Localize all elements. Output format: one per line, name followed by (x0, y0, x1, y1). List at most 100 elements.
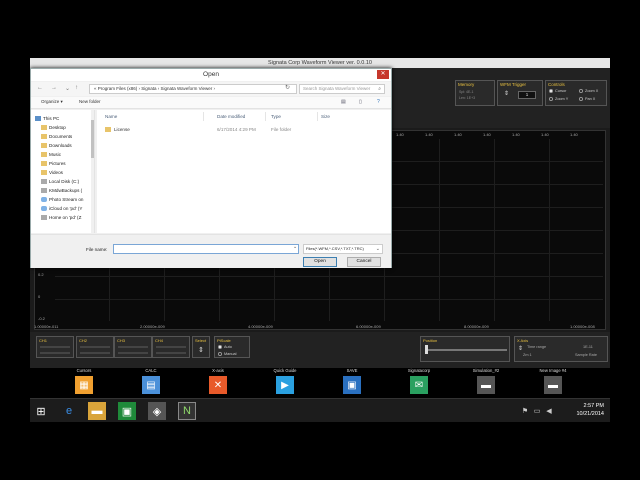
nav-scrollbar-thumb[interactable] (91, 120, 94, 158)
nav-tree-item[interactable]: Pictures (41, 159, 66, 168)
bottom-tick: 8.00000e-009 (464, 324, 489, 329)
nav-tree-item[interactable]: Home on 'pd' (Z (41, 213, 81, 222)
nav-tree-item[interactable]: Videos (41, 168, 63, 177)
breadcrumb[interactable]: « Program Files (x86) › Signata › Signat… (89, 84, 297, 94)
close-icon[interactable]: ✕ (377, 70, 389, 79)
file-name-input[interactable] (113, 244, 299, 254)
file-explorer-icon[interactable]: ▬ (88, 402, 106, 420)
select-box[interactable]: Select ⇕ (192, 336, 210, 358)
column-size[interactable]: Size (321, 114, 330, 119)
position-slider-track[interactable] (425, 349, 507, 351)
nav-tree-item[interactable]: This PC (35, 114, 59, 123)
nav-scrollbar[interactable] (91, 110, 94, 233)
view-options-icon[interactable]: ▤ (341, 99, 346, 105)
preview-pane-icon[interactable]: ▯ (359, 99, 362, 105)
new-folder-button[interactable]: New folder (79, 99, 101, 104)
ribbon-label: New Image #4 (539, 368, 567, 373)
select-stepper-icon[interactable]: ⇕ (198, 346, 204, 354)
open-button[interactable]: Open (303, 257, 337, 267)
chevron-down-icon[interactable]: ⌄ (65, 85, 70, 92)
cursor-radio[interactable] (549, 89, 553, 93)
column-name[interactable]: Name (105, 114, 117, 119)
internet-explorer-icon[interactable]: e (60, 402, 78, 420)
nav-tree-item[interactable]: KMdwBackups ( (41, 186, 82, 195)
manual-radio[interactable] (218, 352, 222, 356)
x-axis-title: X Axis (517, 338, 529, 343)
nav-tree-item[interactable]: Photo Stream on (41, 195, 83, 204)
nav-tree-label: Desktop (49, 125, 66, 130)
bottom-tick: 6.00000e-009 (356, 324, 381, 329)
screen: Signata Corp Waveform Viewer ver. 0.0.10… (0, 0, 640, 480)
channel-line (80, 352, 110, 354)
ribbon-save[interactable]: SAVE ▣ (334, 368, 370, 398)
manual-label: Manual (224, 352, 237, 356)
position-slider-knob[interactable] (425, 345, 428, 354)
folder-icon (41, 134, 47, 140)
ribbon-new-image[interactable]: New Image #4 ▬ (535, 368, 571, 398)
channel-line (156, 352, 186, 354)
ribbon-signatacorp[interactable]: Signatacorp ✉ (401, 368, 437, 398)
channel-1-box[interactable]: CH1 (36, 336, 74, 358)
app-icon[interactable]: ◈ (148, 402, 166, 420)
up-icon[interactable]: ↑ (75, 85, 78, 91)
zoom-y-radio[interactable] (549, 97, 553, 101)
address-row: ← → ⌄ ↑ « Program Files (x86) › Signata … (31, 82, 391, 96)
back-icon[interactable]: ← (37, 85, 43, 91)
auto-radio[interactable] (218, 345, 222, 349)
top-tick: 1.40 (454, 132, 462, 137)
ribbon-simulation[interactable]: Simulation_#2 ▬ (468, 368, 504, 398)
file-type-cell: File folder (271, 127, 292, 132)
organize-button[interactable]: Organize ▾ (41, 99, 63, 105)
drive-icon (41, 179, 47, 185)
channel-2-box[interactable]: CH2 (76, 336, 114, 358)
ribbon-quick-guide[interactable]: Quick Guide ▶ (267, 368, 303, 398)
store-icon[interactable]: ▣ (118, 402, 136, 420)
bottom-tick: 1.00000e-011 (34, 324, 59, 329)
top-tick: 1.40 (512, 132, 520, 137)
memory-title: Memory (458, 82, 475, 87)
nav-tree-item[interactable]: Desktop (41, 123, 66, 132)
zoom-x-radio[interactable] (579, 89, 583, 93)
nav-tree-item[interactable]: Downloads (41, 141, 72, 150)
folder-icon (41, 161, 47, 167)
nav-tree-item[interactable]: iCloud on 'pd' (Y (41, 204, 82, 213)
x-axis-stepper-icon[interactable]: ⇕ (518, 345, 523, 352)
nav-tree-item[interactable]: Documents (41, 132, 72, 141)
cancel-button[interactable]: Cancel (347, 257, 381, 267)
drive-icon (41, 188, 47, 194)
clock-time: 2:57 PM (583, 403, 604, 409)
ribbon-x-axis[interactable]: X-axis ✕ (200, 368, 236, 398)
tray-volume-icon[interactable]: ◀ (540, 402, 558, 420)
memory-line2: Len: 1E+3 (459, 96, 476, 100)
nav-tree-item[interactable]: Local Disk (C:) (41, 177, 79, 186)
wfm-trigger-panel: WFM Trigger ⇕ 1 (497, 80, 543, 106)
column-type[interactable]: Type (271, 114, 281, 119)
ribbon-cursors[interactable]: Cursors ▦ (66, 368, 102, 398)
new-image-icon: ▬ (544, 376, 562, 394)
ribbon-calc[interactable]: CALC ▤ (133, 368, 169, 398)
signata-app-icon[interactable]: N (178, 402, 196, 420)
help-icon[interactable]: ? (377, 99, 380, 105)
channel-line (40, 352, 70, 354)
taskbar-clock[interactable]: 2:57 PM 10/21/2014 (576, 402, 604, 418)
controls-title: Controls (548, 82, 565, 87)
channel-4-box[interactable]: CH4 (152, 336, 190, 358)
pan-x-radio[interactable] (579, 97, 583, 101)
wfm-stepper-icon[interactable]: ⇕ (504, 90, 509, 97)
channel-3-box[interactable]: CH3 (114, 336, 152, 358)
refresh-icon[interactable]: ↻ (285, 84, 290, 91)
file-type-select[interactable]: Files(*.WFM,*.CSV,*.TXT,*.TRC) ⌄ (303, 244, 383, 254)
wfm-trigger-value[interactable]: 1 (518, 91, 536, 99)
search-input[interactable]: Search Signata Waveform Viewer ⌕ (299, 84, 385, 94)
position-box: Position (420, 336, 510, 362)
nav-tree-item[interactable]: Music (41, 150, 61, 159)
windows-start-icon[interactable]: ⊞ (32, 402, 50, 420)
chevron-down-icon[interactable]: ⌄ (293, 244, 297, 250)
top-tick: 1.40 (570, 132, 578, 137)
channel-line (118, 346, 148, 348)
top-tick: 1.40 (425, 132, 433, 137)
y-tick: -0.2 (38, 316, 45, 321)
column-date-modified[interactable]: Date modified (217, 114, 245, 119)
file-list: Name Date modified Type Size License 6/1… (97, 110, 391, 233)
forward-icon[interactable]: → (51, 85, 57, 91)
